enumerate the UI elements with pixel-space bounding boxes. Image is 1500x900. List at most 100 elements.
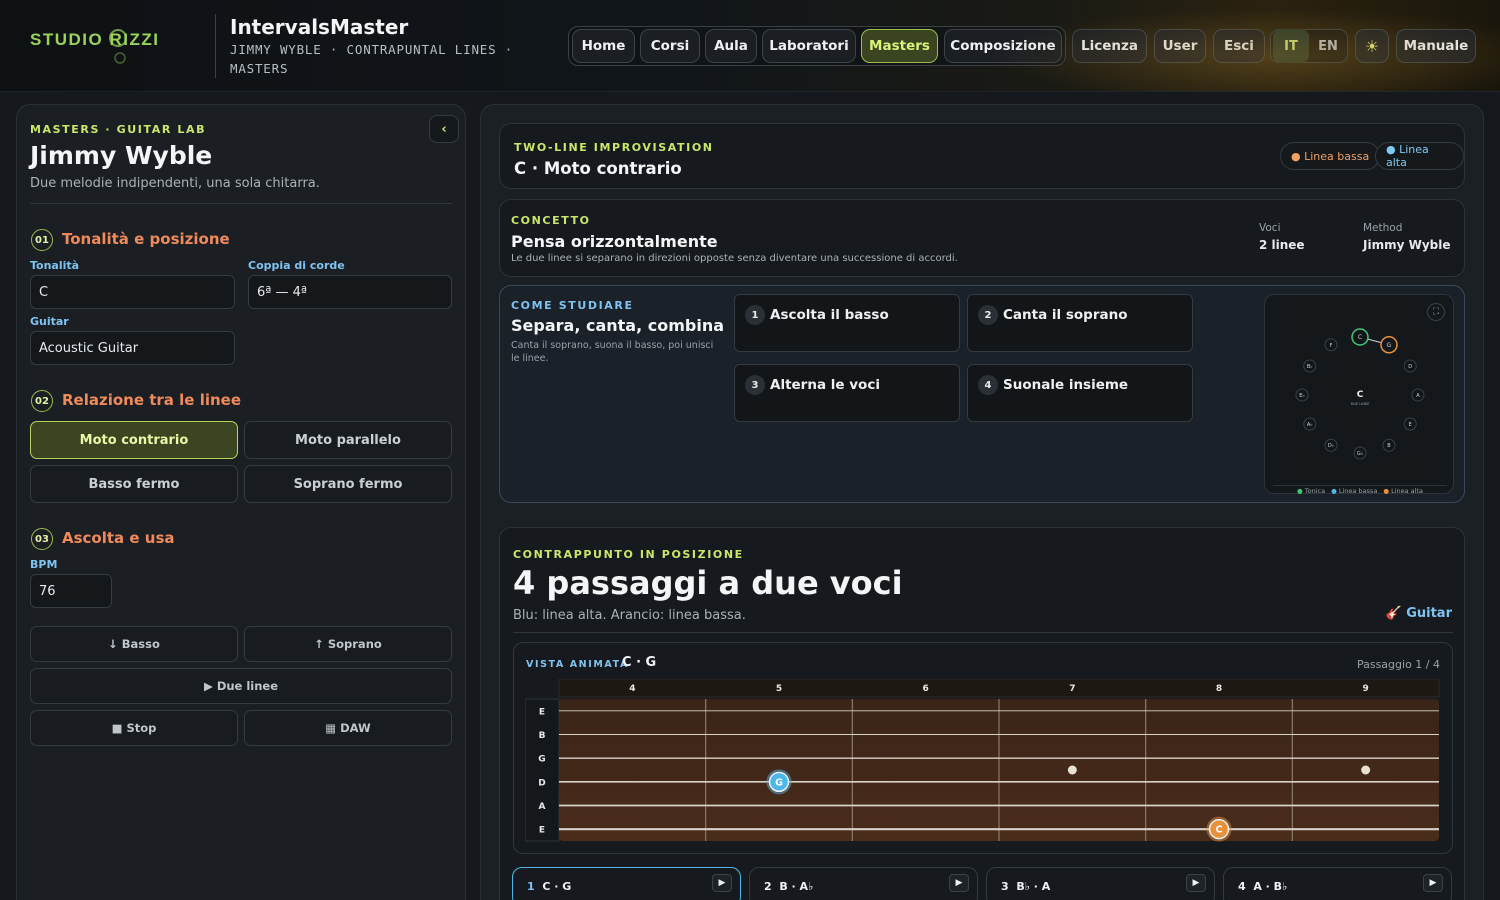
note-label: A: [1416, 393, 1420, 399]
note-label: C: [1216, 825, 1223, 836]
passage-tab[interactable]: 4 A · B♭ ▶: [1223, 867, 1452, 900]
string-names-column: [525, 698, 560, 842]
counterpoint-text: Blu: linea alta. Arancio: linea bassa.: [513, 608, 746, 623]
study-step[interactable]: 2 Canta il soprano: [967, 294, 1193, 352]
nav-licenza[interactable]: Licenza: [1072, 29, 1147, 63]
nav-composizione[interactable]: Composizione: [944, 29, 1062, 63]
circle-of-fifths-panel: ⛶ C G D A E B G♭ D♭ A♭ E♭ B♭ F C DUE LINEE ● Tonica ●…: [1264, 294, 1454, 495]
panel-eyebrow: MASTERS · GUITAR LAB: [30, 123, 207, 136]
study-step[interactable]: 3 Alterna le voci: [734, 364, 960, 422]
strings-select[interactable]: 6ª — 4ª: [248, 275, 452, 309]
nav-esci[interactable]: Esci: [1213, 29, 1265, 63]
nav-laboratori[interactable]: Laboratori: [762, 29, 856, 63]
header-divider: [215, 14, 216, 78]
step-number: 4: [978, 375, 998, 395]
step-number: 3: [745, 375, 765, 395]
main-panel: TWO-LINE IMPROVISATION C · Moto contrari…: [480, 104, 1484, 900]
legend-low: ● Linea bassa: [1331, 487, 1378, 495]
nav-aula[interactable]: Aula: [705, 29, 757, 63]
nav-home[interactable]: Home: [572, 29, 635, 63]
parallel-motion-button[interactable]: Moto parallelo: [244, 421, 452, 459]
fretboard[interactable]: 4 5 6 7 8 9 E B G D A E G C: [525, 679, 1441, 843]
counterpoint-eyebrow: CONTRAPPUNTO IN POSIZIONE: [513, 548, 744, 561]
fret-number: 4: [629, 684, 635, 694]
lang-it[interactable]: IT: [1273, 29, 1309, 63]
fret-number: 8: [1216, 684, 1222, 694]
pedal-bass-button[interactable]: Basso fermo: [30, 465, 238, 503]
study-step[interactable]: 1 Ascolta il basso: [734, 294, 960, 352]
manual-button[interactable]: Manuale: [1396, 29, 1476, 63]
legend-tonic: ● Tonica: [1297, 487, 1326, 495]
section-number: 03: [31, 528, 53, 550]
guitar-select[interactable]: Acoustic Guitar: [30, 331, 235, 365]
nav-user[interactable]: User: [1154, 29, 1206, 63]
string-name: G: [538, 755, 545, 765]
lang-en[interactable]: EN: [1310, 29, 1346, 63]
note-label: G: [775, 777, 783, 788]
nav-masters[interactable]: Masters: [861, 29, 938, 63]
string-name: B: [539, 731, 546, 741]
step-label: Suonale insieme: [1003, 377, 1129, 393]
play-both-button[interactable]: ▶ Due linee: [30, 668, 452, 704]
divider: [1273, 485, 1447, 486]
counterpoint-title: 4 passaggi a due voci: [513, 564, 903, 602]
counterpoint-card: CONTRAPPUNTO IN POSIZIONE 4 passaggi a d…: [499, 527, 1465, 900]
bpm-label: BPM: [30, 558, 58, 571]
instrument-label[interactable]: 🎸 Guitar: [1386, 606, 1453, 621]
key-select[interactable]: C: [30, 275, 235, 309]
lesson-eyebrow: TWO-LINE IMPROVISATION: [514, 141, 714, 154]
passage-tab[interactable]: 1 C · G ▶: [512, 867, 741, 900]
circle-of-fifths: C G D A E B G♭ D♭ A♭ E♭ B♭ F C DUE LINEE: [1295, 328, 1425, 460]
step-number: 2: [978, 305, 998, 325]
note-label: F: [1330, 343, 1333, 349]
guitar-label: Guitar: [30, 315, 69, 328]
sun-icon[interactable]: ☀: [1355, 29, 1389, 63]
note-label: B♭: [1307, 364, 1313, 370]
stop-button[interactable]: ■ Stop: [30, 710, 238, 746]
note-label: E♭: [1299, 393, 1305, 399]
contrary-motion-button[interactable]: Moto contrario: [30, 421, 238, 459]
strings-label: Coppia di corde: [248, 259, 345, 272]
note-label: E: [1409, 422, 1412, 428]
collapse-panel-button[interactable]: ‹: [429, 115, 459, 143]
play-icon[interactable]: ▶: [1186, 874, 1206, 892]
app-title: IntervalsMaster: [230, 15, 409, 39]
voices-value: 2 linee: [1259, 238, 1305, 252]
voices-label: Voci: [1259, 222, 1281, 234]
play-soprano-button[interactable]: ↑ Soprano: [244, 626, 452, 662]
section-number: 02: [31, 390, 53, 412]
panel-title: Jimmy Wyble: [30, 141, 213, 170]
study-text: Canta il soprano, suona il basso, poi un…: [511, 340, 714, 364]
play-icon[interactable]: ▶: [949, 874, 969, 892]
study-step[interactable]: 4 Suonale insieme: [967, 364, 1193, 422]
section-title: Ascolta e usa: [62, 529, 175, 547]
step-label: Ascolta il basso: [770, 307, 889, 323]
string-name: A: [539, 802, 546, 812]
passage-tab[interactable]: 2 B · A♭ ▶: [749, 867, 978, 900]
studio-logo[interactable]: STUDIO RIZZI: [30, 30, 159, 50]
bpm-input[interactable]: 76: [30, 574, 112, 608]
legend-high: ● Linea alta: [1383, 487, 1423, 495]
section-title: Relazione tra le linee: [62, 391, 241, 409]
divider: [513, 632, 1453, 633]
current-interval: C · G: [622, 655, 657, 670]
left-panel: MASTERS · GUITAR LAB ‹ Jimmy Wyble Due m…: [16, 104, 466, 900]
app-breadcrumb: JIMMY WYBLE · CONTRAPUNTAL LINES · MASTE…: [230, 42, 514, 76]
method-value: Jimmy Wyble: [1363, 238, 1451, 252]
lesson-header-card: TWO-LINE IMPROVISATION C · Moto contrari…: [499, 123, 1465, 189]
nav-corsi[interactable]: Corsi: [640, 29, 700, 63]
passage-tab[interactable]: 3 B♭ · A ▶: [986, 867, 1215, 900]
gear-icon: [109, 29, 127, 64]
key-label: Tonalità: [30, 259, 80, 272]
play-bass-button[interactable]: ↓ Basso: [30, 626, 238, 662]
daw-export-button[interactable]: ▦ DAW: [244, 710, 452, 746]
method-label: Method: [1363, 222, 1403, 234]
concept-text: Le due linee si separano in direzioni op…: [511, 253, 958, 264]
play-icon[interactable]: ▶: [1423, 874, 1443, 892]
fret-inlay: [1361, 765, 1371, 775]
fret-number: 6: [923, 684, 929, 694]
pedal-soprano-button[interactable]: Soprano fermo: [244, 465, 452, 503]
concept-title: Pensa orizzontalmente: [511, 232, 718, 251]
fret-inlay: [1067, 765, 1077, 775]
play-icon[interactable]: ▶: [712, 874, 732, 892]
